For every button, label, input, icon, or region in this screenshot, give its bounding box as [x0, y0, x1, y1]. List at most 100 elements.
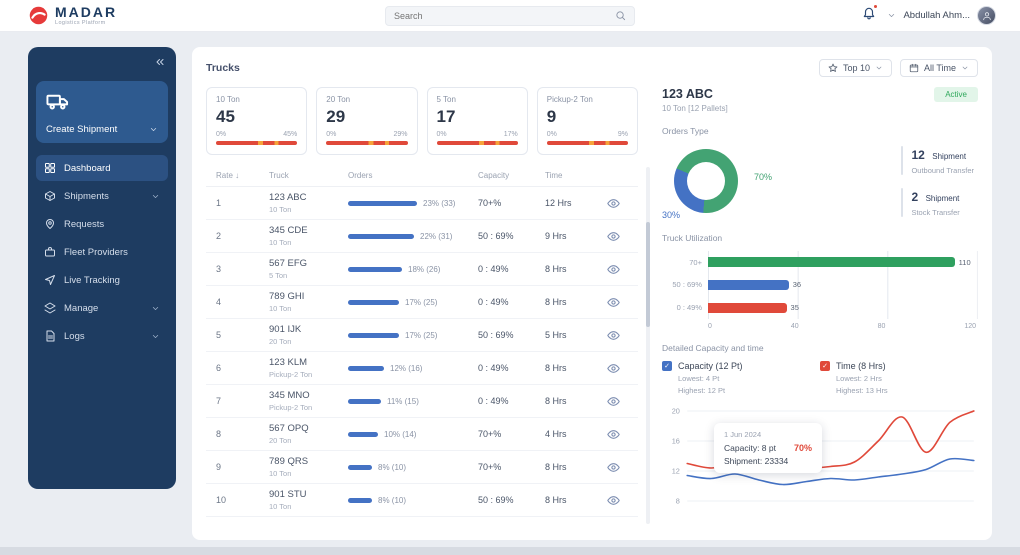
- eye-icon[interactable]: [607, 494, 620, 507]
- tooltip-shipment: Shipment: 23334: [724, 456, 812, 466]
- sidebar-item-label: Logs: [64, 331, 85, 342]
- sidebar: Create Shipment Dashboard ShipmentsReques…: [28, 47, 176, 489]
- dashboard-icon: [44, 162, 56, 174]
- table-row[interactable]: 8 567 OPQ20 Ton 10% (14) 70+% 4 Hrs: [206, 418, 638, 451]
- scrollbar-thumb[interactable]: [646, 222, 650, 327]
- time-cell: 8 Hrs: [545, 462, 607, 472]
- rate-cell: 5: [206, 330, 269, 340]
- eye-icon[interactable]: [607, 395, 620, 408]
- capacity-cell: 50 : 69%: [478, 231, 545, 241]
- table-row[interactable]: 7 345 MNOPickup-2 Ton 11% (15) 0 : 49% 8…: [206, 385, 638, 418]
- utilization-bar: [708, 303, 787, 313]
- orders-label: 17% (25): [405, 331, 437, 340]
- truck-cell: 901 IJK20 Ton: [269, 324, 348, 346]
- eye-icon[interactable]: [607, 461, 620, 474]
- top10-filter-button[interactable]: Top 10: [819, 59, 892, 77]
- svg-text:8: 8: [676, 498, 680, 506]
- capacity-cell: 70+%: [478, 462, 545, 472]
- truck-cell: 567 EFG5 Ton: [269, 258, 348, 280]
- sidebar-item-requests[interactable]: Requests: [36, 211, 168, 237]
- table-row[interactable]: 1 123 ABC10 Ton 23% (33) 70+% 12 Hrs: [206, 187, 638, 220]
- notifications-button[interactable]: [862, 6, 876, 25]
- table-row[interactable]: 3 567 EFG5 Ton 18% (26) 0 : 49% 8 Hrs: [206, 253, 638, 286]
- stat-card-10-ton: 10 Ton 45 0%45%: [206, 87, 307, 155]
- time-cell: 12 Hrs: [545, 198, 607, 208]
- truck-cell: 789 GHI10 Ton: [269, 291, 348, 313]
- eye-icon[interactable]: [607, 230, 620, 243]
- table-row[interactable]: 9 789 QRS10 Ton 8% (10) 70+% 8 Hrs: [206, 451, 638, 484]
- stat-card-value: 29: [326, 107, 407, 127]
- orders-label: 11% (15): [387, 397, 419, 406]
- sort-descending-icon: ↓: [235, 171, 239, 180]
- utilization-bar: [708, 257, 955, 267]
- utilization-xtick: 80: [878, 323, 886, 330]
- fleet-providers-icon: [44, 246, 56, 258]
- time-checkbox[interactable]: [820, 361, 830, 371]
- orders-bar: [348, 300, 399, 305]
- utilization-value: 36: [793, 280, 801, 289]
- sidebar-item-manage[interactable]: Manage: [36, 295, 168, 321]
- table-row[interactable]: 5 901 IJK20 Ton 17% (25) 50 : 69% 5 Hrs: [206, 319, 638, 352]
- table-scrollbar[interactable]: [646, 167, 650, 524]
- sidebar-item-label: Fleet Providers: [64, 247, 128, 258]
- capacity-checkbox[interactable]: [662, 361, 672, 371]
- truck-cell: 123 ABC10 Ton: [269, 192, 348, 214]
- search-icon[interactable]: [615, 10, 626, 21]
- legend-count: 2: [911, 190, 918, 204]
- search-input[interactable]: [394, 11, 615, 21]
- legend-stock-transfer: 2 Shipment Stock Transfer: [901, 188, 974, 217]
- user-menu[interactable]: Abdullah Ahm...: [887, 6, 996, 25]
- alltime-filter-label: All Time: [924, 63, 956, 73]
- utilization-categories: 70+50 : 69%0 : 49%: [662, 251, 708, 319]
- utilization-bar: [708, 280, 789, 290]
- stat-card-label: Pickup-2 Ton: [547, 95, 628, 104]
- stat-card-value: 17: [437, 107, 518, 127]
- sidebar-item-fleet-providers[interactable]: Fleet Providers: [36, 239, 168, 265]
- capacity-progress-bar: [437, 141, 518, 145]
- eye-icon[interactable]: [607, 296, 620, 309]
- logo[interactable]: MADAR Logistics Platform: [28, 5, 117, 27]
- eye-icon[interactable]: [607, 428, 620, 441]
- orders-bar: [348, 201, 417, 206]
- table-row[interactable]: 2 345 CDE10 Ton 22% (31) 50 : 69% 9 Hrs: [206, 220, 638, 253]
- orders-bar: [348, 399, 381, 404]
- table-row[interactable]: 4 789 GHI10 Ton 17% (25) 0 : 49% 8 Hrs: [206, 286, 638, 319]
- chevron-down-icon: [151, 192, 160, 201]
- truck-cell: 789 QRS10 Ton: [269, 456, 348, 478]
- eye-icon[interactable]: [607, 263, 620, 276]
- truck-cell: 901 STU10 Ton: [269, 489, 348, 511]
- capacity-cell: 70+%: [478, 198, 545, 208]
- eye-icon[interactable]: [607, 197, 620, 210]
- sidebar-item-shipments[interactable]: Shipments: [36, 183, 168, 209]
- orders-bar: [348, 465, 372, 470]
- column-header-rate[interactable]: Rate ↓: [206, 171, 269, 180]
- trucks-table-body: 1 123 ABC10 Ton 23% (33) 70+% 12 Hrs 2 3…: [206, 187, 638, 517]
- eye-icon[interactable]: [607, 329, 620, 342]
- time-cell: 4 Hrs: [545, 429, 607, 439]
- alltime-filter-button[interactable]: All Time: [900, 59, 978, 77]
- chevron-down-icon: [875, 64, 883, 72]
- svg-text:20: 20: [672, 408, 680, 416]
- sidebar-item-logs[interactable]: Logs: [36, 323, 168, 349]
- sidebar-item-dashboard[interactable]: Dashboard: [36, 155, 168, 181]
- detailed-chart: 2016128 1 Jun 2024 Capacity: 8 pt 70% Sh…: [662, 401, 978, 519]
- stat-card-range: 0%45%: [216, 131, 297, 138]
- top10-filter-label: Top 10: [843, 63, 870, 73]
- sidebar-item-live-tracking[interactable]: Live Tracking: [36, 267, 168, 293]
- eye-icon[interactable]: [607, 362, 620, 375]
- stat-card-label: 10 Ton: [216, 95, 297, 104]
- table-row[interactable]: 10 901 STU10 Ton 8% (10) 50 : 69% 8 Hrs: [206, 484, 638, 517]
- rate-cell: 2: [206, 231, 269, 241]
- rate-cell: 9: [206, 462, 269, 472]
- orders-bar: [348, 234, 414, 239]
- sidebar-collapse-icon[interactable]: [154, 56, 166, 68]
- capacity-highest: Highest: 12 Pt: [678, 386, 820, 395]
- stat-card-range: 0%29%: [326, 131, 407, 138]
- status-badge: Active: [934, 87, 978, 102]
- table-row[interactable]: 6 123 KLMPickup-2 Ton 12% (16) 0 : 49% 8…: [206, 352, 638, 385]
- stat-card-pickup-2-ton: Pickup-2 Ton 9 0%9%: [537, 87, 638, 155]
- sidebar-item-label: Dashboard: [64, 163, 110, 174]
- orders-label: 17% (25): [405, 298, 437, 307]
- create-shipment-button[interactable]: Create Shipment: [36, 81, 168, 143]
- truck-cell: 123 KLMPickup-2 Ton: [269, 357, 348, 379]
